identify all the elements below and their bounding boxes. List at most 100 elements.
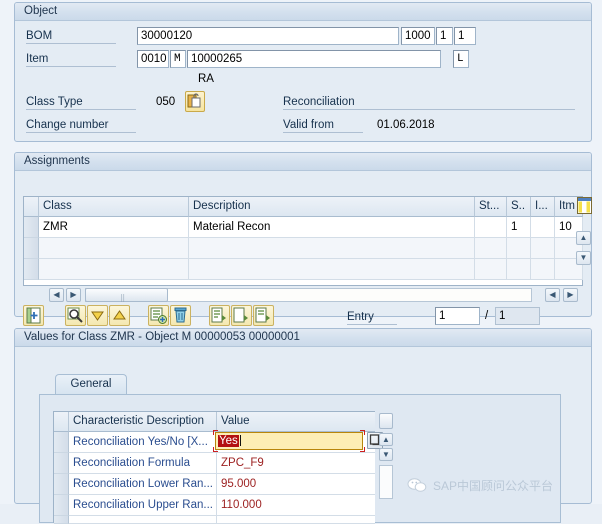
- details-icon[interactable]: [209, 305, 230, 326]
- class-type-value: 050: [156, 96, 175, 108]
- bom-field[interactable]: 30000120: [137, 27, 399, 45]
- table-settings-icon[interactable]: [577, 197, 592, 214]
- characteristics-scroll-up-button[interactable]: ▲: [379, 433, 393, 446]
- entry-current-field[interactable]: 1: [435, 307, 480, 325]
- assignments-hscroll-right-button[interactable]: ▶: [66, 288, 81, 302]
- assignments-row-selector[interactable]: [24, 217, 39, 238]
- assignments-panel-title: Assignments: [15, 153, 591, 171]
- characteristics-table: Characteristic Description Value Reconci…: [53, 411, 375, 523]
- characteristics-scroll-track[interactable]: [379, 465, 393, 499]
- item-unit-field[interactable]: L: [453, 50, 469, 68]
- entry-total-field: 1: [495, 307, 540, 325]
- assignments-panel: Assignments Class Description St... S.. …: [14, 152, 592, 317]
- assignments-col-class[interactable]: Class: [39, 197, 189, 217]
- characteristics-cell-value[interactable]: ZPC_F9: [217, 453, 375, 474]
- next-entry-icon[interactable]: [231, 305, 252, 326]
- characteristics-cell-description[interactable]: [69, 516, 217, 524]
- create-assignment-icon[interactable]: [23, 305, 44, 326]
- bom-label: BOM: [26, 30, 116, 44]
- values-panel: Values for Class ZMR - Object M 00000053…: [14, 328, 592, 504]
- bom-plant-field[interactable]: 1000: [401, 27, 435, 45]
- assignments-col-s[interactable]: S..: [507, 197, 531, 217]
- assignments-empty-cell[interactable]: [39, 238, 189, 259]
- assignments-col-status[interactable]: St...: [475, 197, 507, 217]
- ra-label: RA: [198, 73, 214, 85]
- item-label: Item: [26, 53, 116, 67]
- characteristics-scroll-down-button[interactable]: ▼: [379, 448, 393, 461]
- characteristics-corner-header: [54, 412, 69, 432]
- sort-ascending-icon[interactable]: [109, 305, 130, 326]
- sap-classification-screen: Object BOM 30000120 1000 1 1 Item 0010 M…: [0, 0, 602, 504]
- assignments-table: Class Description St... S.. I... Itm ZMR…: [23, 196, 583, 286]
- lock-icon[interactable]: [185, 91, 205, 112]
- copy-entry-icon[interactable]: [253, 305, 274, 326]
- assignments-cell-status[interactable]: [475, 217, 507, 238]
- assignments-empty-cell[interactable]: [531, 259, 555, 280]
- assignments-empty-cell[interactable]: [507, 238, 531, 259]
- assignments-scroll-down-button[interactable]: ▼: [576, 251, 591, 265]
- focus-corner-tr: [360, 430, 365, 435]
- text-caret: [240, 435, 241, 446]
- item-component-field[interactable]: 10000265: [187, 50, 441, 68]
- assignments-empty-cell[interactable]: [531, 238, 555, 259]
- assignments-hscroll-thumb[interactable]: ⣿: [85, 288, 168, 302]
- characteristic-value-input[interactable]: Yes: [215, 432, 363, 450]
- values-panel-title: Values for Class ZMR - Object M 00000053…: [15, 329, 591, 347]
- tab-general[interactable]: General: [55, 374, 127, 395]
- assignments-empty-cell[interactable]: [189, 259, 475, 280]
- assignments-row-selector[interactable]: [24, 259, 39, 280]
- characteristics-cell-value[interactable]: 110.000: [217, 495, 375, 516]
- item-number-field[interactable]: 0010: [137, 50, 169, 68]
- characteristics-row-selector[interactable]: [54, 432, 69, 453]
- assignments-col-i[interactable]: I...: [531, 197, 555, 217]
- assignments-scroll-up-button[interactable]: ▲: [576, 231, 591, 245]
- reconciliation-label: Reconciliation: [283, 96, 575, 110]
- assignments-row-selector[interactable]: [24, 238, 39, 259]
- assignments-empty-cell[interactable]: [39, 259, 189, 280]
- entry-separator: /: [485, 310, 488, 322]
- bom-usage-field[interactable]: 1: [436, 27, 453, 45]
- characteristics-cell-description[interactable]: Reconciliation Formula: [69, 453, 217, 474]
- assignments-cell-i[interactable]: [531, 217, 555, 238]
- assignments-cell-description[interactable]: Material Recon: [189, 217, 475, 238]
- assignments-empty-cell[interactable]: [475, 238, 507, 259]
- assignments-empty-cell[interactable]: [507, 259, 531, 280]
- assignments-hscroll-page-left-button[interactable]: ◀: [545, 288, 560, 302]
- item-category-field[interactable]: M: [170, 50, 186, 68]
- insert-row-icon[interactable]: [148, 305, 169, 326]
- characteristics-cell-description[interactable]: Reconciliation Upper Ran...: [69, 495, 217, 516]
- assignments-corner-header: [24, 197, 39, 217]
- characteristics-row-selector[interactable]: [54, 495, 69, 516]
- assignments-cell-class[interactable]: ZMR: [39, 217, 189, 238]
- find-icon[interactable]: [65, 305, 86, 326]
- characteristics-cell-value[interactable]: 95.000: [217, 474, 375, 495]
- assignments-empty-cell[interactable]: [189, 238, 475, 259]
- class-type-label: Class Type: [26, 96, 136, 110]
- assignments-cell-s[interactable]: 1: [507, 217, 531, 238]
- valid-from-label: Valid from: [283, 119, 363, 133]
- delete-row-icon[interactable]: [170, 305, 191, 326]
- characteristics-cell-description[interactable]: Reconciliation Yes/No [X...: [69, 432, 217, 453]
- focus-corner-tl: [213, 430, 218, 435]
- characteristics-col-value[interactable]: Value: [217, 412, 375, 432]
- assignments-hscroll-page-right-button[interactable]: ▶: [563, 288, 578, 302]
- sort-descending-icon[interactable]: [87, 305, 108, 326]
- object-panel-title: Object: [15, 3, 591, 21]
- characteristics-cell-value[interactable]: [217, 516, 375, 524]
- characteristics-scroll-thumb[interactable]: [379, 413, 393, 429]
- bom-alternative-field[interactable]: 1: [454, 27, 476, 45]
- assignments-hscroll-left-button[interactable]: ◀: [49, 288, 64, 302]
- wechat-icon: [407, 477, 427, 493]
- characteristic-value-selected-text: Yes: [218, 435, 239, 447]
- grip-icon: ⣿: [120, 294, 125, 302]
- characteristics-row-selector[interactable]: [54, 474, 69, 495]
- characteristics-row-selector[interactable]: [54, 453, 69, 474]
- assignments-empty-cell[interactable]: [475, 259, 507, 280]
- object-panel: Object BOM 30000120 1000 1 1 Item 0010 M…: [14, 2, 592, 142]
- watermark-text: SAP中国顾问公众平台: [433, 477, 553, 494]
- assignments-col-description[interactable]: Description: [189, 197, 475, 217]
- characteristics-row-selector[interactable]: [54, 516, 69, 524]
- valid-from-value: 01.06.2018: [377, 119, 435, 131]
- characteristics-col-description[interactable]: Characteristic Description: [69, 412, 217, 432]
- characteristics-cell-description[interactable]: Reconciliation Lower Ran...: [69, 474, 217, 495]
